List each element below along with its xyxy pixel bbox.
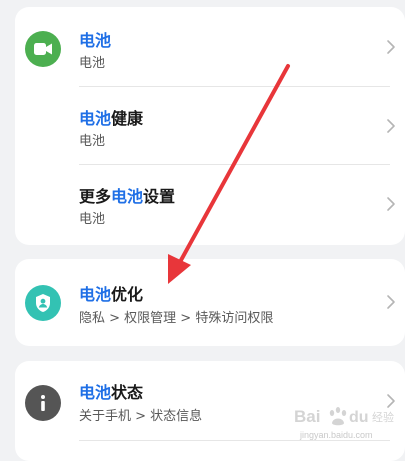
result-title: 电池健康: [79, 109, 144, 128]
result-row-battery[interactable]: 电池 电池: [15, 7, 405, 87]
chevron-right-icon: [387, 295, 395, 309]
shield-person-icon: [25, 285, 61, 321]
result-row-battery-health[interactable]: 电池健康 电池: [15, 87, 405, 165]
svg-text:du: du: [349, 409, 369, 426]
result-title: 电池状态: [79, 383, 144, 402]
result-subtitle: 隐私 > 权限管理 > 特殊访问权限: [79, 311, 274, 326]
info-icon: [25, 385, 61, 421]
result-title: 更多电池设置: [79, 187, 176, 206]
result-subtitle: 电池: [79, 134, 106, 149]
result-title: 电池优化: [79, 285, 144, 304]
search-results-group-2: 电池优化 隐私 > 权限管理 > 特殊访问权限: [15, 259, 405, 346]
result-title: 电池: [79, 31, 112, 50]
search-results-group-1: 电池 电池 电池健康 电池 更多电池设置 电池: [15, 7, 405, 245]
result-subtitle: 电池: [79, 212, 106, 227]
svg-text:经验: 经验: [372, 410, 394, 424]
svg-text:Bai: Bai: [294, 407, 320, 426]
result-row-battery-optimization[interactable]: 电池优化 隐私 > 权限管理 > 特殊访问权限: [15, 259, 405, 346]
result-row-more-battery-settings[interactable]: 更多电池设置 电池: [15, 165, 405, 245]
chevron-right-icon: [387, 197, 395, 211]
watermark-url: jingyan.baidu.com: [300, 430, 373, 440]
result-subtitle: 关于手机 > 状态信息: [79, 409, 203, 424]
chevron-right-icon: [387, 119, 395, 133]
video-camera-icon: [25, 31, 61, 67]
result-subtitle: 电池: [79, 56, 106, 71]
chevron-right-icon: [387, 40, 395, 54]
